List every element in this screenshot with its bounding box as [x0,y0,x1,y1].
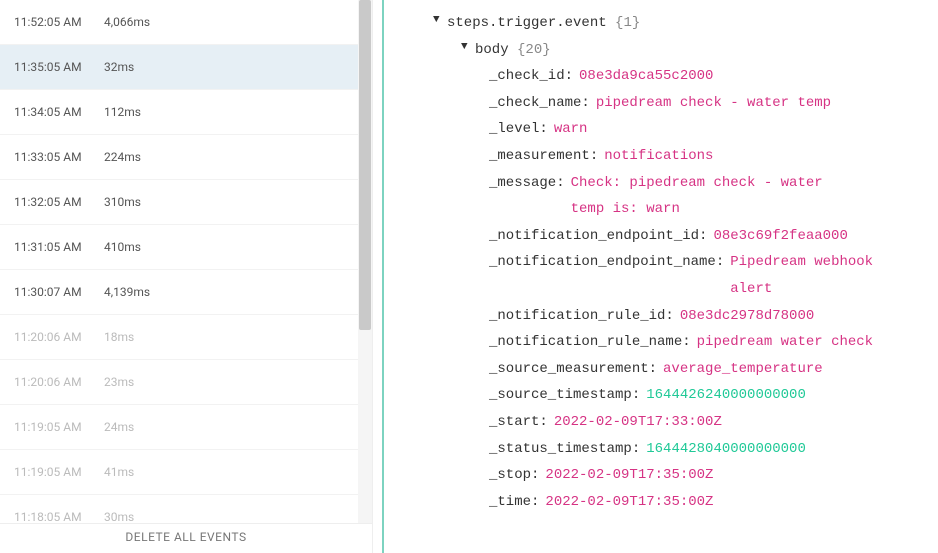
field-value: warn [554,116,588,143]
field-value: 08e3da9ca55c2000 [579,63,713,90]
event-row[interactable]: 11:30:07 AM 4,139ms [0,270,372,315]
event-duration: 410ms [104,240,358,254]
event-row[interactable]: 11:32:05 AM 310ms [0,180,372,225]
field-notification-rule-name[interactable]: _notification_rule_name: pipedream water… [433,329,928,356]
event-time: 11:20:06 AM [14,375,104,389]
event-duration: 32ms [104,60,358,74]
event-duration: 4,139ms [104,285,358,299]
field-value: notifications [604,143,713,170]
event-row[interactable]: 11:31:05 AM 410ms [0,225,372,270]
field-key: _message: [489,170,565,197]
tree-key: body [475,37,509,64]
event-row[interactable]: 11:18:05 AM 30ms [0,495,372,523]
field-measurement[interactable]: _measurement: notifications [433,143,928,170]
event-row[interactable]: 11:20:06 AM 23ms [0,360,372,405]
delete-events-bar: DELETE ALL EVENTS [0,523,372,553]
tree-count: {20} [517,37,551,64]
field-value: average_temperature [663,356,823,383]
event-time: 11:19:05 AM [14,420,104,434]
field-stop[interactable]: _stop: 2022-02-09T17:35:00Z [433,462,928,489]
event-time: 11:35:05 AM [14,60,104,74]
field-level[interactable]: _level: warn [433,116,928,143]
event-time: 11:19:05 AM [14,465,104,479]
field-value: 2022-02-09T17:35:00Z [545,462,713,489]
scrollbar-track[interactable] [358,0,372,523]
event-duration: 4,066ms [104,15,358,29]
panel-divider[interactable] [373,0,393,553]
field-value: pipedream check - water temp [596,90,831,117]
field-value: 1644426240000000000 [646,382,806,409]
field-value: 1644428040000000000 [646,436,806,463]
event-time: 11:52:05 AM [14,15,104,29]
event-row[interactable]: 11:33:05 AM 224ms [0,135,372,180]
field-key: _notification_rule_name: [489,329,691,356]
event-duration: 41ms [104,465,358,479]
event-duration: 24ms [104,420,358,434]
event-row[interactable]: 11:19:05 AM 41ms [0,450,372,495]
scrollbar-thumb[interactable] [359,0,371,330]
field-key: _time: [489,489,539,516]
event-duration: 23ms [104,375,358,389]
field-message[interactable]: _message: Check: pipedream check - water… [433,170,928,223]
field-key: _start: [489,409,548,436]
event-row[interactable]: 11:35:05 AM 32ms [0,45,372,90]
field-notification-endpoint-name[interactable]: _notification_endpoint_name: Pipedream w… [433,249,928,302]
event-row[interactable]: 11:20:06 AM 18ms [0,315,372,360]
event-time: 11:32:05 AM [14,195,104,209]
field-source-measurement[interactable]: _source_measurement: average_temperature [433,356,928,383]
event-time: 11:33:05 AM [14,150,104,164]
caret-down-icon: ▼ [433,10,445,31]
caret-down-icon: ▼ [461,37,473,58]
event-duration: 30ms [104,510,358,523]
tree-count: {1} [615,10,640,37]
tree-node-body[interactable]: ▼ body {20} [433,37,928,64]
event-time: 11:34:05 AM [14,105,104,119]
field-source-timestamp[interactable]: _source_timestamp: 1644426240000000000 [433,382,928,409]
field-key: _notification_endpoint_id: [489,223,707,250]
field-value: 08e3c69f2feaa000 [713,223,847,250]
event-duration: 18ms [104,330,358,344]
field-status-timestamp[interactable]: _status_timestamp: 1644428040000000000 [433,436,928,463]
field-value: Check: pipedream check - water temp is: … [571,170,851,223]
field-value: 2022-02-09T17:35:00Z [545,489,713,516]
field-value: 08e3dc2978d78000 [680,303,814,330]
field-key: _check_id: [489,63,573,90]
tree-node-root[interactable]: ▼ steps.trigger.event {1} [433,10,928,37]
tree-key: steps.trigger.event [447,10,607,37]
field-key: _notification_rule_id: [489,303,674,330]
event-time: 11:31:05 AM [14,240,104,254]
event-duration: 112ms [104,105,358,119]
field-notification-rule-id[interactable]: _notification_rule_id: 08e3dc2978d78000 [433,303,928,330]
event-time: 11:20:06 AM [14,330,104,344]
field-key: _level: [489,116,548,143]
field-key: _measurement: [489,143,598,170]
field-key: _source_timestamp: [489,382,640,409]
event-time: 11:18:05 AM [14,510,104,523]
field-notification-endpoint-id[interactable]: _notification_endpoint_id: 08e3c69f2feaa… [433,223,928,250]
field-value: 2022-02-09T17:33:00Z [554,409,722,436]
event-time: 11:30:07 AM [14,285,104,299]
delete-all-events-button[interactable]: DELETE ALL EVENTS [125,524,246,544]
event-duration: 310ms [104,195,358,209]
event-row[interactable]: 11:52:05 AM 4,066ms [0,0,372,45]
events-panel: 11:52:05 AM 4,066ms 11:35:05 AM 32ms 11:… [0,0,373,553]
field-key: _notification_endpoint_name: [489,249,724,276]
event-duration: 224ms [104,150,358,164]
event-row[interactable]: 11:34:05 AM 112ms [0,90,372,135]
field-key: _stop: [489,462,539,489]
event-row[interactable]: 11:19:05 AM 24ms [0,405,372,450]
field-check-name[interactable]: _check_name: pipedream check - water tem… [433,90,928,117]
field-value: Pipedream webhook alert [730,249,890,302]
field-key: _check_name: [489,90,590,117]
events-list: 11:52:05 AM 4,066ms 11:35:05 AM 32ms 11:… [0,0,372,523]
field-start[interactable]: _start: 2022-02-09T17:33:00Z [433,409,928,436]
json-viewer: ▼ steps.trigger.event {1} ▼ body {20} _c… [393,0,938,553]
field-value: pipedream water check [697,329,873,356]
field-time[interactable]: _time: 2022-02-09T17:35:00Z [433,489,928,516]
field-key: _source_measurement: [489,356,657,383]
field-key: _status_timestamp: [489,436,640,463]
field-check-id[interactable]: _check_id: 08e3da9ca55c2000 [433,63,928,90]
